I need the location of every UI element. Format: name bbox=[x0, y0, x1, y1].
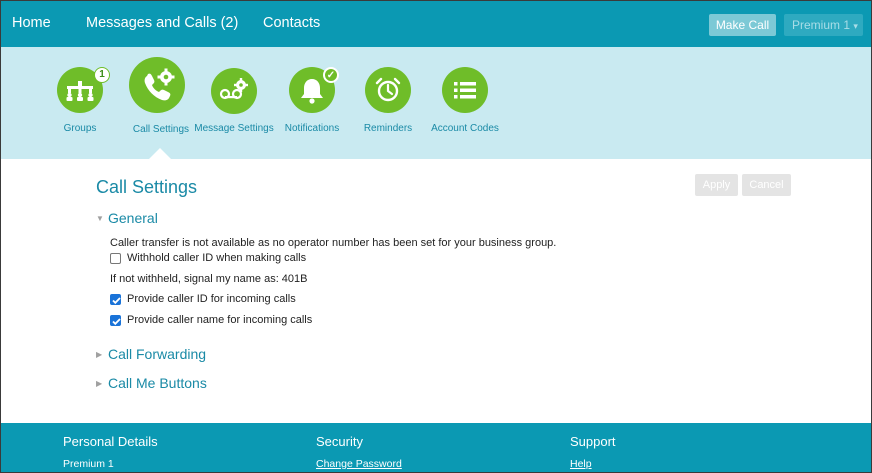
footer-personal-details-heading: Personal Details bbox=[63, 434, 158, 449]
section-call-me-buttons-title: Call Me Buttons bbox=[108, 375, 207, 391]
selected-tab-pointer bbox=[149, 148, 171, 159]
signal-name-text: If not withheld, signal my name as: 401B bbox=[110, 273, 308, 285]
section-general-header[interactable]: ▼ General bbox=[96, 210, 158, 226]
top-navigation-bar: Home Messages and Calls (2) Contacts Mak… bbox=[1, 1, 871, 47]
make-call-button[interactable]: Make Call bbox=[709, 14, 776, 36]
tile-label-notifications: Notifications bbox=[284, 123, 340, 134]
section-call-forwarding-header[interactable]: ▶ Call Forwarding bbox=[96, 346, 206, 362]
account-menu-button[interactable]: Premium 1 ▾ bbox=[784, 14, 863, 36]
operator-notice-text: Caller transfer is not available as no o… bbox=[110, 237, 557, 249]
section-call-me-buttons-header[interactable]: ▶ Call Me Buttons bbox=[96, 375, 207, 391]
chevron-right-icon: ▶ bbox=[96, 379, 103, 388]
nav-contacts-link[interactable]: Contacts bbox=[263, 15, 320, 31]
settings-icon-bar: 1 Groups Call Settings Message Settings … bbox=[1, 47, 871, 159]
tile-label-account-codes: Account Codes bbox=[431, 123, 499, 134]
list-icon bbox=[442, 67, 488, 113]
cancel-button[interactable]: Cancel bbox=[742, 174, 791, 196]
section-general-title: General bbox=[108, 210, 158, 226]
notifications-check-badge: ✓ bbox=[323, 67, 339, 83]
page-title: Call Settings bbox=[96, 177, 198, 197]
tile-label-message-settings: Message Settings bbox=[194, 123, 274, 134]
change-password-link[interactable]: Change Password bbox=[316, 458, 402, 470]
nav-messages-calls-link[interactable]: Messages and Calls (2) bbox=[86, 15, 238, 31]
footer-support-heading: Support bbox=[570, 434, 616, 449]
account-name: Premium 1 bbox=[792, 18, 851, 32]
apply-button[interactable]: Apply bbox=[695, 174, 738, 196]
tile-label-groups: Groups bbox=[63, 123, 97, 134]
provide-caller-id-label: Provide caller ID for incoming calls bbox=[127, 293, 296, 305]
withhold-caller-id-checkbox[interactable] bbox=[110, 253, 121, 264]
withhold-caller-id-label: Withhold caller ID when making calls bbox=[127, 252, 307, 264]
chevron-down-icon: ▾ bbox=[853, 21, 858, 31]
call-settings-icon bbox=[129, 57, 185, 113]
footer-account-name: Premium 1 bbox=[63, 458, 114, 470]
footer-security-heading: Security bbox=[316, 434, 363, 449]
chevron-right-icon: ▶ bbox=[96, 350, 103, 359]
tile-label-reminders: Reminders bbox=[363, 123, 413, 134]
voicemail-settings-icon bbox=[211, 68, 257, 114]
app-window: Home Messages and Calls (2) Contacts Mak… bbox=[0, 0, 872, 473]
nav-home-link[interactable]: Home bbox=[12, 15, 51, 31]
chevron-down-icon: ▼ bbox=[96, 214, 104, 223]
section-call-forwarding-title: Call Forwarding bbox=[108, 346, 207, 362]
provide-caller-id-checkbox[interactable] bbox=[110, 294, 121, 305]
tile-label-call-settings: Call Settings bbox=[132, 124, 190, 135]
page-footer: Personal Details Premium 1 Security Chan… bbox=[1, 423, 871, 472]
provide-caller-name-label: Provide caller name for incoming calls bbox=[127, 314, 313, 326]
help-link[interactable]: Help bbox=[570, 458, 592, 470]
provide-caller-name-checkbox[interactable] bbox=[110, 315, 121, 326]
groups-count-badge: 1 bbox=[94, 67, 110, 83]
alarm-clock-icon bbox=[365, 67, 411, 113]
